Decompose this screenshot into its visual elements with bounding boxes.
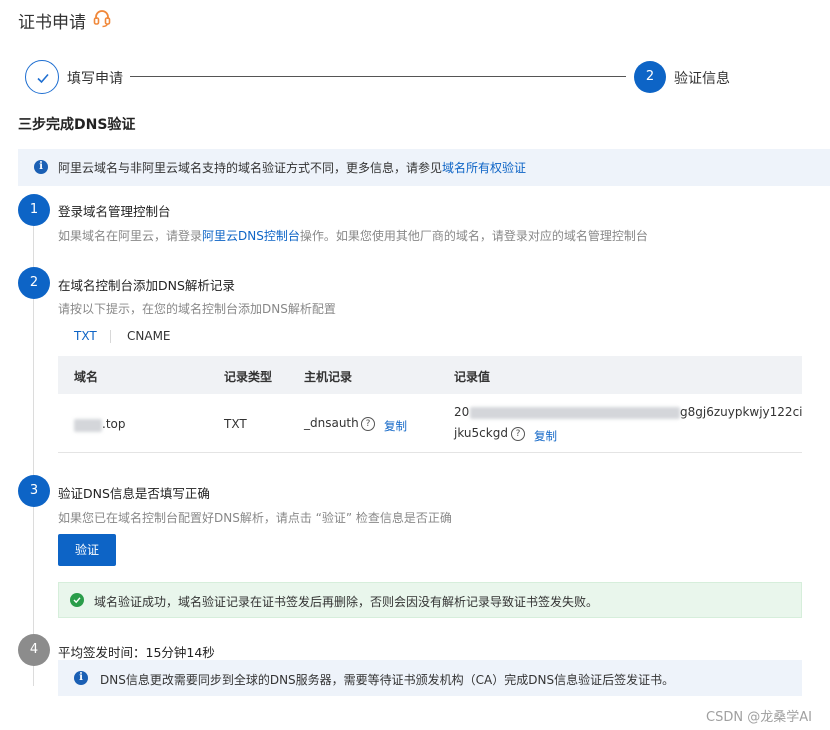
- step-2-title: 在域名控制台添加DNS解析记录: [58, 278, 235, 293]
- stepper-connector: [130, 76, 626, 77]
- column-header-value: 记录值: [454, 370, 491, 384]
- step-1-done-indicator: [25, 60, 59, 94]
- copy-value-button[interactable]: 复制: [534, 428, 557, 444]
- column-header-domain: 域名: [74, 370, 99, 384]
- column-header-host: 主机记录: [304, 370, 353, 384]
- step-1-desc-before: 如果域名在阿里云，请登录: [58, 229, 203, 243]
- issue-info-text: DNS信息更改需要同步到全球的DNS服务器，需要等待证书颁发机构（CA）完成DN…: [100, 673, 675, 687]
- help-icon[interactable]: ?: [361, 417, 375, 431]
- tab-txt[interactable]: TXT: [74, 329, 97, 343]
- headset-icon[interactable]: [92, 8, 112, 28]
- help-icon[interactable]: ?: [511, 427, 525, 441]
- step-4-title: 平均签发时间：15分钟14秒: [58, 645, 215, 660]
- info-icon: i: [74, 671, 88, 685]
- step-number-3: 3: [18, 475, 50, 507]
- verify-button[interactable]: 验证: [58, 534, 116, 566]
- check-icon: [37, 73, 49, 84]
- table-cell-host: _dnsauth: [304, 416, 359, 430]
- step-number-2: 2: [18, 267, 50, 299]
- success-check-icon: [70, 593, 84, 607]
- tab-separator: [110, 330, 111, 343]
- watermark: CSDN @龙桑学AI: [706, 710, 812, 725]
- table-cell-value-suffix: g8gj6zuypkwjy122ci: [680, 405, 803, 419]
- step-3-title: 验证DNS信息是否填写正确: [58, 486, 210, 501]
- step-number-4: 4: [18, 634, 50, 666]
- redacted-record-value: [470, 407, 680, 419]
- step-1-title: 登录域名管理控制台: [58, 204, 171, 219]
- page-title: 证书申请: [18, 13, 86, 33]
- copy-host-button[interactable]: 复制: [384, 418, 407, 434]
- table-cell-record-type: TXT: [224, 417, 247, 431]
- step-number-1: 1: [18, 194, 50, 226]
- step-1-label: 填写申请: [67, 71, 123, 87]
- section-title: 三步完成DNS验证: [18, 117, 136, 133]
- redacted-domain-prefix: [74, 419, 102, 432]
- table-cell-domain: .top: [102, 417, 126, 431]
- table-header: [58, 356, 802, 394]
- step-2-label: 验证信息: [674, 71, 730, 87]
- table-cell-value-prefix: 20: [454, 405, 470, 419]
- step-1-desc-after: 操作。如果您使用其他厂商的域名，请登录对应的域名管理控制台: [299, 229, 648, 243]
- step-3-description: 如果您已在域名控制台配置好DNS解析，请点击 “验证” 检查信息是否正确: [58, 511, 452, 525]
- table-bottom-border: [58, 452, 802, 453]
- info-banner-text: 阿里云域名与非阿里云域名支持的域名验证方式不同，更多信息，请参见域名所有权验证: [58, 159, 526, 176]
- column-header-record-type: 记录类型: [224, 370, 273, 384]
- step-2-indicator: 2: [634, 61, 666, 93]
- info-icon: i: [34, 160, 48, 174]
- step-2-description: 请按以下提示，在您的域名控制台添加DNS解析配置: [58, 302, 336, 316]
- domain-ownership-link[interactable]: 域名所有权验证: [442, 161, 526, 175]
- alibaba-dns-console-link[interactable]: 阿里云DNS控制台: [202, 229, 300, 243]
- success-message: 域名验证成功，域名验证记录在证书签发后再删除，否则会因没有解析记录导致证书签发失…: [94, 595, 599, 609]
- table-cell-value-line2: jku5ckgd: [454, 426, 508, 440]
- tab-cname[interactable]: CNAME: [127, 329, 171, 343]
- step-1-description: 如果域名在阿里云，请登录阿里云DNS控制台操作。如果您使用其他厂商的域名，请登录…: [58, 227, 648, 244]
- info-banner-message: 阿里云域名与非阿里云域名支持的域名验证方式不同，更多信息，请参见: [58, 161, 443, 175]
